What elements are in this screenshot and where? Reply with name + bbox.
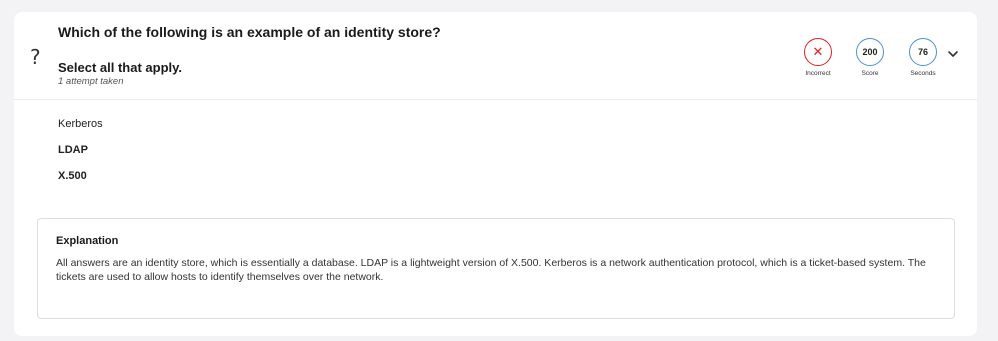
chevron-down-icon[interactable] bbox=[947, 48, 959, 60]
close-icon: ✕ bbox=[804, 38, 832, 66]
question-card: ? Which of the following is an example o… bbox=[14, 12, 977, 336]
result-indicator: ✕ Incorrect bbox=[796, 38, 840, 88]
score-value: 200 bbox=[856, 38, 884, 66]
question-title: Which of the following is an example of … bbox=[58, 24, 441, 40]
seconds-label: Seconds bbox=[910, 70, 936, 77]
question-instruction: Select all that apply. bbox=[58, 60, 183, 75]
seconds-value: 76 bbox=[909, 38, 937, 66]
seconds-indicator: 76 Seconds bbox=[901, 38, 945, 88]
score-indicator: 200 Score bbox=[848, 38, 892, 88]
result-label: Incorrect bbox=[805, 70, 831, 77]
explanation-title: Explanation bbox=[56, 235, 119, 247]
question-header: ? Which of the following is an example o… bbox=[14, 12, 977, 100]
answer-option-ldap[interactable]: LDAP bbox=[58, 144, 88, 156]
answer-option-kerberos[interactable]: Kerberos bbox=[58, 118, 103, 130]
attempt-count: 1 attempt taken bbox=[58, 76, 124, 87]
question-mark-icon: ? bbox=[30, 45, 41, 69]
answer-option-x500[interactable]: X.500 bbox=[58, 170, 87, 182]
explanation-text: All answers are an identity store, which… bbox=[56, 257, 926, 283]
score-label: Score bbox=[861, 70, 879, 77]
explanation-panel: Explanation All answers are an identity … bbox=[37, 218, 955, 319]
